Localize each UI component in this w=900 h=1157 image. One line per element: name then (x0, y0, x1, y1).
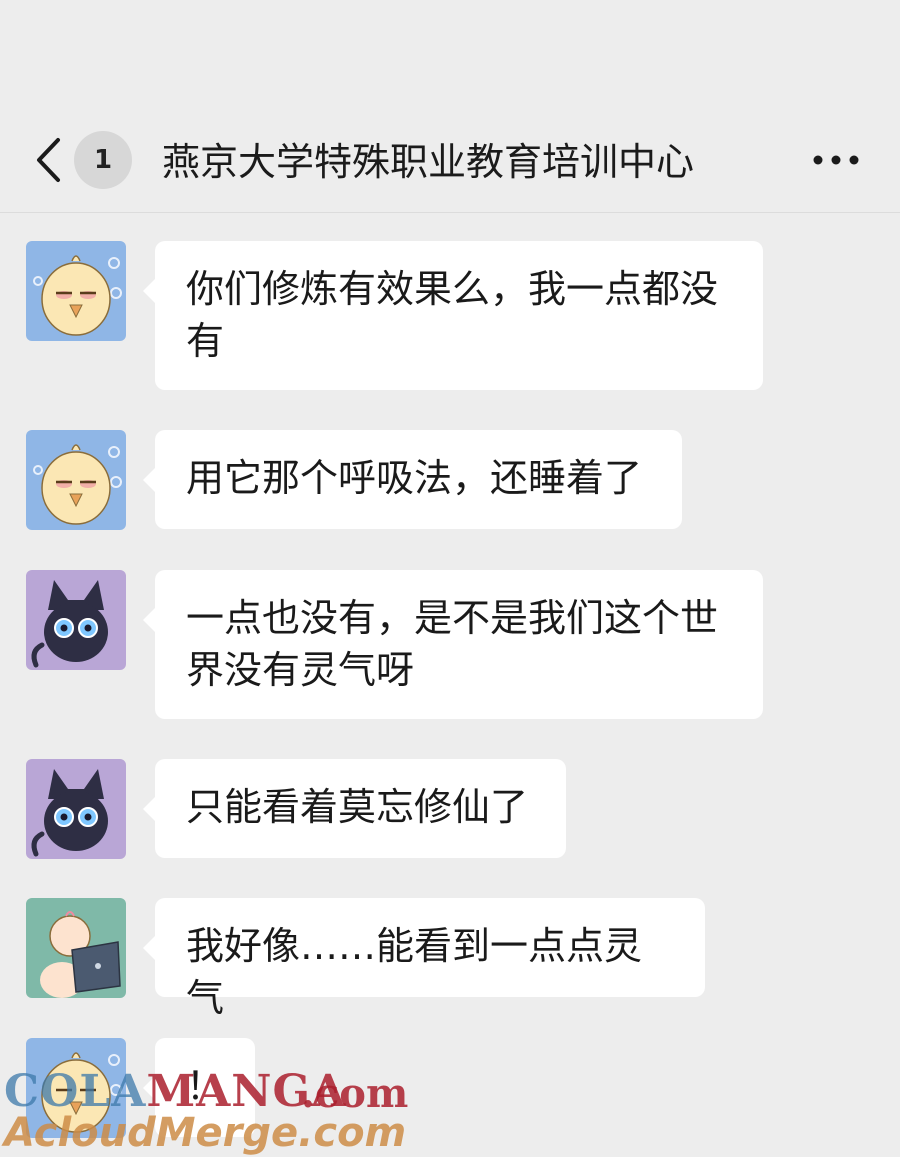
chevron-left-icon (37, 138, 60, 182)
duck-avatar[interactable] (26, 241, 126, 341)
black-cat-avatar[interactable] (26, 759, 126, 859)
message-bubble[interactable]: 只能看着莫忘修仙了 (143, 759, 566, 858)
watermark: COLAMANGA .com AcloudMerge.com (4, 1066, 444, 1156)
watermark-line2: AcloudMerge.com (4, 1110, 407, 1156)
message-bubble[interactable]: 你们修炼有效果么，我一点都没有 (143, 241, 763, 390)
ellipsis-icon (813, 155, 859, 165)
back-button[interactable] (30, 132, 70, 188)
black-cat-avatar[interactable] (26, 570, 126, 670)
chat-header: 1 燕京大学特殊职业教育培训中心 (0, 0, 900, 213)
message-bubble[interactable]: 一点也没有，是不是我们这个世界没有灵气呀 (143, 570, 763, 719)
more-options-button[interactable] (808, 140, 864, 180)
message-bubble[interactable]: 我好像……能看到一点点灵气 (143, 898, 705, 1020)
duck-avatar[interactable] (26, 430, 126, 530)
unread-count-badge: 1 (74, 131, 132, 189)
baby-laptop-avatar[interactable] (26, 898, 126, 998)
message-bubble[interactable]: 用它那个呼吸法，还睡着了 (143, 430, 682, 529)
chat-title: 燕京大学特殊职业教育培训中心 (162, 140, 695, 184)
